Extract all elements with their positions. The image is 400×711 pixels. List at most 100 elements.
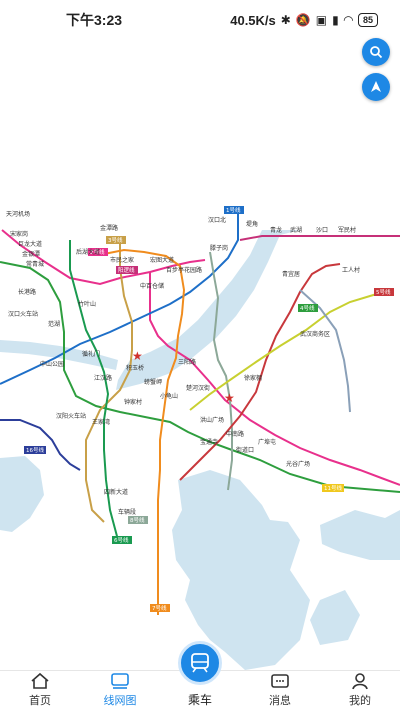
svg-text:16号线: 16号线 [26, 446, 44, 454]
svg-text:7号线: 7号线 [152, 604, 167, 612]
svg-text:5号线: 5号线 [376, 288, 391, 296]
svg-text:积玉桥: 积玉桥 [126, 364, 144, 372]
svg-text:小龟山: 小龟山 [160, 392, 178, 400]
svg-text:8号线: 8号线 [130, 516, 145, 524]
svg-text:1号线: 1号线 [226, 206, 241, 214]
station-labels[interactable]: 天河机场 宋家岗 巨龙大道 金银潭 常青城 长港路 汉口火车站 范湖 中山公园 … [6, 210, 360, 516]
svg-text:百步亭花园路: 百步亭花园路 [166, 266, 202, 274]
svg-text:长港路: 长港路 [18, 288, 36, 296]
svg-text:市民之家: 市民之家 [110, 256, 134, 264]
line-tag-16[interactable]: 16号线 [24, 446, 46, 454]
tab-ride[interactable]: 乘车 [165, 641, 235, 708]
svg-text:楚河汉街: 楚河汉街 [186, 384, 210, 392]
svg-text:中南路: 中南路 [226, 430, 244, 438]
svg-text:范湖: 范湖 [48, 320, 60, 328]
svg-text:巨龙大道: 巨龙大道 [18, 240, 42, 248]
svg-text:广埠屯: 广埠屯 [258, 438, 276, 446]
tab-network-map[interactable]: 线网图 [85, 670, 155, 708]
network-map-icon [111, 673, 129, 689]
status-bar: 下午3:23 40.5K/s ✱ 🔕 ▣ ▮ ◠ 85 [0, 0, 400, 40]
metro-train-icon [191, 653, 209, 673]
svg-text:王家湾: 王家湾 [92, 418, 110, 426]
mute-icon: 🔕 [295, 13, 311, 27]
line-7 [103, 248, 186, 615]
hd-icon: ▣ [315, 13, 328, 27]
tab-home[interactable]: 首页 [5, 670, 75, 708]
locate-button[interactable] [362, 73, 390, 101]
line-tag-3[interactable]: 3号线 [106, 236, 126, 244]
svg-text:钟家村: 钟家村 [124, 398, 142, 406]
svg-text:光谷广场: 光谷广场 [286, 460, 310, 468]
line-tag-6[interactable]: 6号线 [112, 536, 132, 544]
signal-icon: ▮ [332, 13, 339, 27]
svg-text:武湖: 武湖 [290, 226, 302, 234]
svg-text:滕子岗: 滕子岗 [210, 244, 228, 252]
metro-map[interactable]: 1号线 2号线 3号线 4号线 5号线 6号线 7号线 8号线 11号线 16号… [0, 40, 400, 670]
svg-text:徐家棚: 徐家棚 [244, 374, 262, 382]
svg-text:宝通寺: 宝通寺 [200, 438, 218, 446]
svg-text:竹叶山: 竹叶山 [78, 300, 96, 308]
svg-text:青宜居: 青宜居 [282, 270, 300, 278]
line-tag-11[interactable]: 11号线 [322, 484, 344, 492]
west-lake [0, 456, 44, 532]
svg-text:循礼门: 循礼门 [82, 350, 100, 358]
south-lake [320, 510, 400, 560]
bottom-tab-bar: 首页 线网图 乘车 消息 我的 [0, 641, 400, 711]
svg-text:车辆段: 车辆段 [118, 508, 136, 516]
navigation-arrow-icon [371, 81, 381, 92]
svg-text:军民村: 军民村 [338, 226, 356, 234]
line-tag-8[interactable]: 8号线 [128, 516, 148, 524]
line-tag-5[interactable]: 5号线 [374, 288, 394, 296]
svg-text:堤角: 堤角 [246, 220, 258, 228]
battery-indicator: 85 [357, 13, 378, 27]
landmark-star-1: ★ [132, 349, 143, 363]
line-tag-1[interactable]: 1号线 [224, 206, 244, 214]
svg-text:金潭路: 金潭路 [100, 224, 118, 232]
search-icon [370, 46, 383, 59]
svg-text:后湖大道: 后湖大道 [76, 248, 100, 256]
svg-text:青龙: 青龙 [270, 226, 282, 234]
line-tag-yangluo[interactable]: 阳逻线 [116, 266, 138, 274]
landmark-star-2: ★ [224, 391, 235, 405]
svg-text:11号线: 11号线 [324, 484, 342, 492]
line-4 [0, 261, 400, 493]
wifi-icon: ◠ [343, 13, 353, 27]
svg-text:中百仓储: 中百仓储 [140, 282, 164, 290]
bluetooth-icon: ✱ [280, 13, 291, 27]
svg-text:汉阳火车站: 汉阳火车站 [56, 412, 86, 420]
line-tag-7[interactable]: 7号线 [150, 604, 170, 612]
svg-text:6号线: 6号线 [114, 536, 129, 544]
status-time: 下午3:23 [66, 12, 123, 28]
east-lake [172, 470, 310, 670]
tab-messages[interactable]: 消息 [245, 670, 315, 708]
svg-text:汉口北: 汉口北 [208, 216, 226, 224]
svg-text:三阳路: 三阳路 [178, 358, 196, 366]
tab-profile[interactable]: 我的 [325, 670, 395, 708]
svg-text:常青城: 常青城 [26, 260, 44, 268]
svg-text:3号线: 3号线 [108, 236, 123, 244]
svg-text:螃蟹岬: 螃蟹岬 [144, 378, 162, 386]
svg-text:金银潭: 金银潭 [22, 250, 40, 258]
svg-text:汉口火车站: 汉口火车站 [8, 310, 38, 318]
svg-text:沙口: 沙口 [316, 227, 328, 234]
user-icon [352, 673, 368, 690]
metro-network-svg[interactable]: 1号线 2号线 3号线 4号线 5号线 6号线 7号线 8号线 11号线 16号… [0, 40, 400, 670]
svg-text:宋家岗: 宋家岗 [10, 230, 28, 238]
svg-text:四新大道: 四新大道 [104, 488, 128, 496]
svg-text:江汉路: 江汉路 [94, 374, 112, 382]
network-speed: 40.5K/s [230, 12, 276, 28]
line-tag-4[interactable]: 4号线 [298, 304, 318, 312]
svg-text:阳逻线: 阳逻线 [118, 266, 135, 274]
svg-text:中山公园: 中山公园 [40, 360, 64, 368]
line-5 [179, 263, 341, 481]
svg-text:武汉商务区: 武汉商务区 [300, 330, 330, 338]
map-search-button[interactable] [362, 38, 390, 66]
svg-text:工人村: 工人村 [342, 266, 360, 274]
svg-text:4号线: 4号线 [300, 304, 315, 312]
svg-text:宏图大道: 宏图大道 [150, 256, 174, 264]
svg-text:街道口: 街道口 [236, 446, 254, 454]
message-icon [271, 674, 289, 688]
tangxun-lake [310, 590, 360, 645]
home-icon [31, 672, 49, 689]
line-2b [149, 272, 400, 486]
